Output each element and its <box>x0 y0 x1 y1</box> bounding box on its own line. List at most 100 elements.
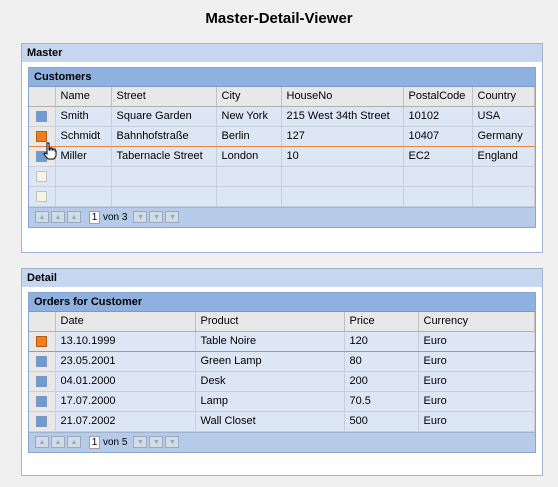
master-header: Master <box>22 44 542 62</box>
page-input[interactable]: 1 <box>89 435 100 449</box>
row-selector[interactable] <box>29 186 56 207</box>
last-page-button[interactable]: ▼ <box>165 436 180 448</box>
row-select-icon[interactable] <box>36 375 48 387</box>
orders-cell: Lamp <box>195 391 345 412</box>
row-select-icon[interactable] <box>36 130 48 142</box>
prev-page-button[interactable]: ▲ <box>67 436 81 448</box>
row-selector[interactable] <box>29 106 56 127</box>
customers-column-header[interactable]: City <box>216 87 282 107</box>
row-select-icon[interactable] <box>36 415 48 427</box>
customers-column-header[interactable]: Name <box>55 87 112 107</box>
table-row[interactable]: 13.10.1999 Table Noire 120 Euro <box>29 330 535 352</box>
empty-table-row[interactable] <box>29 186 535 207</box>
customers-cell <box>55 166 112 187</box>
customers-cell: 10 <box>281 146 404 167</box>
customers-cell: USA <box>472 106 535 127</box>
customers-cell: 127 <box>281 125 404 147</box>
orders-cell: Euro <box>418 371 535 392</box>
orders-cell: 21.07.2002 <box>55 411 196 432</box>
customers-table: Name Street City HouseNo PostalCode Country S… <box>29 87 535 207</box>
page-count: von 5 <box>103 436 128 448</box>
customers-cell <box>403 166 473 187</box>
select-all-header[interactable] <box>29 87 56 107</box>
customers-cell: London <box>216 146 282 167</box>
last-page-button[interactable]: ▼ <box>165 211 180 223</box>
row-selector[interactable] <box>29 351 56 372</box>
orders-cell: 500 <box>344 411 419 432</box>
customers-cell: 215 West 34th Street <box>281 106 404 127</box>
customers-cell <box>472 186 535 207</box>
table-row[interactable]: 21.07.2002 Wall Closet 500 Euro <box>29 411 535 432</box>
orders-column-header[interactable]: Price <box>344 312 419 332</box>
orders-column-header[interactable]: Currency <box>418 312 535 332</box>
page-input[interactable]: 1 <box>89 210 100 224</box>
orders-tray: Orders for Customer Date Product Price Curr… <box>28 292 536 453</box>
table-row[interactable]: Schmidt Bahnhofstraße Berlin 127 10407 German… <box>29 125 535 147</box>
table-row[interactable]: 23.05.2001 Green Lamp 80 Euro <box>29 351 535 372</box>
row-select-icon[interactable] <box>36 395 48 407</box>
customers-cell: Tabernacle Street <box>111 146 217 167</box>
customers-cell <box>216 186 282 207</box>
table-row[interactable]: Smith Square Garden New York 215 West 34th … <box>29 106 535 127</box>
customers-tray: Customers Name Street City HouseNo PostalCod… <box>28 67 536 228</box>
next-page-button[interactable]: ▼ <box>133 436 148 448</box>
customers-cell: Germany <box>472 125 535 147</box>
customers-cell <box>472 166 535 187</box>
orders-column-header[interactable]: Date <box>55 312 196 332</box>
orders-cell: Desk <box>195 371 345 392</box>
page-title: Master-Detail-Viewer <box>205 10 353 27</box>
prev-block-button[interactable]: ▲ <box>51 211 65 223</box>
row-select-icon[interactable] <box>36 110 48 122</box>
row-select-icon[interactable] <box>36 355 48 367</box>
orders-pager: ▲ ▲ ▲ 1 von 5 ▼ ▼ ▼ <box>29 431 535 452</box>
row-select-icon[interactable] <box>36 170 48 182</box>
orders-cell: Green Lamp <box>195 351 345 372</box>
row-selector[interactable] <box>29 330 56 352</box>
hand-cursor-icon <box>43 142 57 160</box>
customers-cell <box>111 186 217 207</box>
orders-table: Date Product Price Currency 13.10.1999 Table… <box>29 312 535 432</box>
next-block-button[interactable]: ▼ <box>149 436 164 448</box>
select-all-header[interactable] <box>29 312 56 332</box>
orders-cell: 13.10.1999 <box>55 330 196 352</box>
row-selector[interactable] <box>29 411 56 432</box>
orders-cell: Euro <box>418 330 535 352</box>
orders-cell: 120 <box>344 330 419 352</box>
customers-cell <box>281 186 404 207</box>
customers-cell: England <box>472 146 535 167</box>
row-selector[interactable] <box>29 371 56 392</box>
orders-cell: 04.01.2000 <box>55 371 196 392</box>
table-row[interactable]: 04.01.2000 Desk 200 Euro <box>29 371 535 392</box>
customers-cell <box>281 166 404 187</box>
first-page-button[interactable]: ▲ <box>35 211 49 223</box>
orders-cell: Euro <box>418 411 535 432</box>
table-row[interactable]: 17.07.2000 Lamp 70.5 Euro <box>29 391 535 412</box>
customers-column-header[interactable]: HouseNo <box>281 87 404 107</box>
row-selector[interactable] <box>29 391 56 412</box>
prev-page-button[interactable]: ▲ <box>67 211 81 223</box>
next-page-button[interactable]: ▼ <box>133 211 148 223</box>
customers-column-header[interactable]: Country <box>472 87 535 107</box>
customers-cell <box>55 186 112 207</box>
customers-cell: Smith <box>55 106 112 127</box>
row-select-icon[interactable] <box>36 190 48 202</box>
orders-cell: Wall Closet <box>195 411 345 432</box>
row-select-icon[interactable] <box>36 335 48 347</box>
orders-column-header[interactable]: Product <box>195 312 345 332</box>
customers-cell: New York <box>216 106 282 127</box>
master-section: Master Customers Name Street City HouseNo Po… <box>21 43 543 253</box>
orders-cell: 200 <box>344 371 419 392</box>
orders-cell: 80 <box>344 351 419 372</box>
customers-column-header[interactable]: PostalCode <box>403 87 473 107</box>
first-page-button[interactable]: ▲ <box>35 436 49 448</box>
next-block-button[interactable]: ▼ <box>149 211 164 223</box>
customers-cell: Square Garden <box>111 106 217 127</box>
customers-pager: ▲ ▲ ▲ 1 von 3 ▼ ▼ ▼ <box>29 206 535 227</box>
empty-table-row[interactable] <box>29 166 535 187</box>
detail-header: Detail <box>22 269 542 287</box>
orders-cell: 23.05.2001 <box>55 351 196 372</box>
table-row[interactable]: Miller Tabernacle Street London 10 EC2 Englan… <box>29 146 535 167</box>
prev-block-button[interactable]: ▲ <box>51 436 65 448</box>
customers-column-header[interactable]: Street <box>111 87 217 107</box>
row-selector[interactable] <box>29 166 56 187</box>
